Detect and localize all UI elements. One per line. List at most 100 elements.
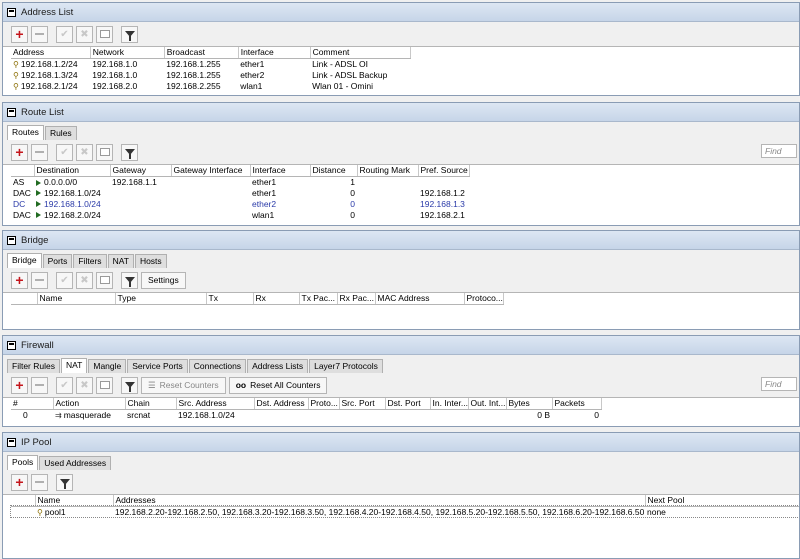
column-header[interactable]: Src. Port (339, 398, 386, 410)
remove-button[interactable] (31, 25, 48, 43)
column-header[interactable]: Addresses (113, 495, 646, 507)
column-header[interactable]: # (11, 398, 54, 410)
address-list-titlebar[interactable]: Address List (3, 3, 799, 22)
column-header[interactable]: Src. Address (176, 398, 255, 410)
column-header[interactable] (11, 293, 38, 305)
add-button[interactable]: + (11, 143, 28, 161)
column-header[interactable]: Pref. Source (418, 165, 470, 177)
column-header[interactable]: Type (115, 293, 207, 305)
disable-button[interactable]: ✖ (76, 25, 93, 43)
column-header[interactable]: Tx Pac... (299, 293, 338, 305)
column-header[interactable]: Gateway Interface (171, 165, 251, 177)
add-button[interactable]: + (11, 473, 28, 491)
column-header[interactable]: Broadcast (164, 47, 239, 59)
tab-nat[interactable]: NAT (60, 358, 88, 373)
column-header[interactable]: Comment (310, 47, 412, 59)
tab-address-lists[interactable]: Address Lists (247, 359, 309, 373)
table-row[interactable]: ⚲ 192.168.2.1/24 192.168.2.0 192.168.2.25… (11, 80, 411, 91)
filter-button[interactable] (56, 473, 73, 491)
column-header[interactable]: Packets (552, 398, 602, 410)
tab-service-ports[interactable]: Service Ports (127, 359, 188, 373)
column-header[interactable]: Dst. Address (254, 398, 309, 410)
firewall-titlebar[interactable]: Firewall (3, 336, 799, 355)
enable-button[interactable]: ✔ (56, 143, 73, 161)
table-row[interactable]: ⚲ pool1 192.168.2.20-192.168.2.50, 192.16… (10, 505, 799, 518)
filter-button[interactable] (121, 271, 138, 289)
disable-button[interactable]: ✖ (76, 376, 93, 394)
column-header[interactable]: Chain (125, 398, 177, 410)
tab-filters[interactable]: Filters (73, 254, 107, 268)
column-header[interactable] (11, 165, 35, 177)
route-list-titlebar[interactable]: Route List (3, 103, 799, 122)
tab-rules[interactable]: Rules (44, 126, 77, 140)
table-row[interactable]: DC 192.168.1.0/24 ether2 0 192.168.1.3 (11, 198, 469, 209)
filter-button[interactable] (121, 25, 138, 43)
table-row[interactable]: ⚲ 192.168.1.2/24 192.168.1.0 192.168.1.25… (11, 58, 411, 69)
filter-button[interactable] (121, 143, 138, 161)
remove-button[interactable] (31, 143, 48, 161)
column-header[interactable]: Address (11, 47, 91, 59)
column-header[interactable]: Next Pool (645, 495, 799, 507)
tab-filter-rules[interactable]: Filter Rules (7, 359, 60, 373)
column-header[interactable]: In. Inter... (430, 398, 469, 410)
tab-mangle[interactable]: Mangle (88, 359, 127, 373)
comment-button[interactable] (96, 376, 113, 394)
enable-button[interactable]: ✔ (56, 25, 73, 43)
tab-layer7-protocols[interactable]: Layer7 Protocols (309, 359, 383, 373)
filter-button[interactable] (121, 376, 138, 394)
column-header[interactable]: Name (37, 293, 116, 305)
table-row[interactable]: DAC 192.168.2.0/24 wlan1 0 192.168.2.1 (11, 209, 469, 220)
tab-used-addresses[interactable]: Used Addresses (39, 456, 112, 470)
reset-all-counters-button[interactable]: oo Reset All Counters (228, 376, 328, 394)
tab-hosts[interactable]: Hosts (134, 254, 167, 268)
column-header[interactable]: Network (90, 47, 165, 59)
add-button[interactable]: + (11, 376, 28, 394)
reset-counters-button[interactable]: ☰ Reset Counters (141, 376, 226, 394)
column-header[interactable]: Action (53, 398, 126, 410)
column-header[interactable]: Distance (310, 165, 358, 177)
table-row[interactable]: AS 0.0.0.0/0 192.168.1.1 ether1 1 (11, 176, 469, 187)
disable-button[interactable]: ✖ (76, 143, 93, 161)
tab-bridge[interactable]: Bridge (7, 253, 42, 268)
column-header[interactable]: Protoco... (464, 293, 504, 305)
remove-button[interactable] (31, 376, 48, 394)
column-header[interactable]: Gateway (110, 165, 172, 177)
ip-pool-titlebar[interactable]: IP Pool (3, 433, 799, 452)
tab-nat[interactable]: NAT (107, 254, 134, 268)
tab-routes[interactable]: Routes (7, 125, 44, 140)
find-input[interactable]: Find (761, 377, 797, 391)
disable-button[interactable]: ✖ (76, 271, 93, 289)
tab-pools[interactable]: Pools (7, 455, 39, 470)
column-header[interactable]: Dst. Port (385, 398, 431, 410)
comment-button[interactable] (96, 25, 113, 43)
column-header[interactable]: Routing Mark (357, 165, 419, 177)
tab-connections[interactable]: Connections (188, 359, 247, 373)
comment-button[interactable] (96, 271, 113, 289)
tab-ports[interactable]: Ports (42, 254, 73, 268)
column-header[interactable]: Tx (206, 293, 254, 305)
comment-button[interactable] (96, 143, 113, 161)
column-header[interactable]: Interface (250, 165, 311, 177)
column-header[interactable]: Destination (34, 165, 111, 177)
column-header[interactable]: Interface (238, 47, 311, 59)
enable-button[interactable]: ✔ (56, 376, 73, 394)
add-button[interactable]: + (11, 271, 28, 289)
column-header[interactable]: Bytes (506, 398, 553, 410)
bridge-titlebar[interactable]: Bridge (3, 231, 799, 250)
table-row[interactable]: ⚲ 192.168.1.3/24 192.168.1.0 192.168.1.25… (11, 69, 411, 80)
column-header[interactable]: Name (35, 495, 114, 507)
find-input[interactable]: Find (761, 144, 797, 158)
column-header[interactable]: Proto... (308, 398, 340, 410)
enable-button[interactable]: ✔ (56, 271, 73, 289)
column-header[interactable]: MAC Address (375, 293, 465, 305)
table-row[interactable]: 0 ⇉ masquerade srcnat 192.168.1.0/24 0 B … (11, 409, 601, 420)
column-header[interactable]: Out. Int... (468, 398, 507, 410)
remove-button[interactable] (31, 271, 48, 289)
table-row[interactable]: DAC 192.168.1.0/24 ether1 0 192.168.1.2 (11, 187, 469, 198)
remove-button[interactable] (31, 473, 48, 491)
add-button[interactable]: + (11, 25, 28, 43)
column-header[interactable]: Rx (253, 293, 300, 305)
column-header[interactable] (11, 495, 36, 507)
settings-button[interactable]: Settings (141, 271, 186, 289)
column-header[interactable]: Rx Pac... (337, 293, 376, 305)
